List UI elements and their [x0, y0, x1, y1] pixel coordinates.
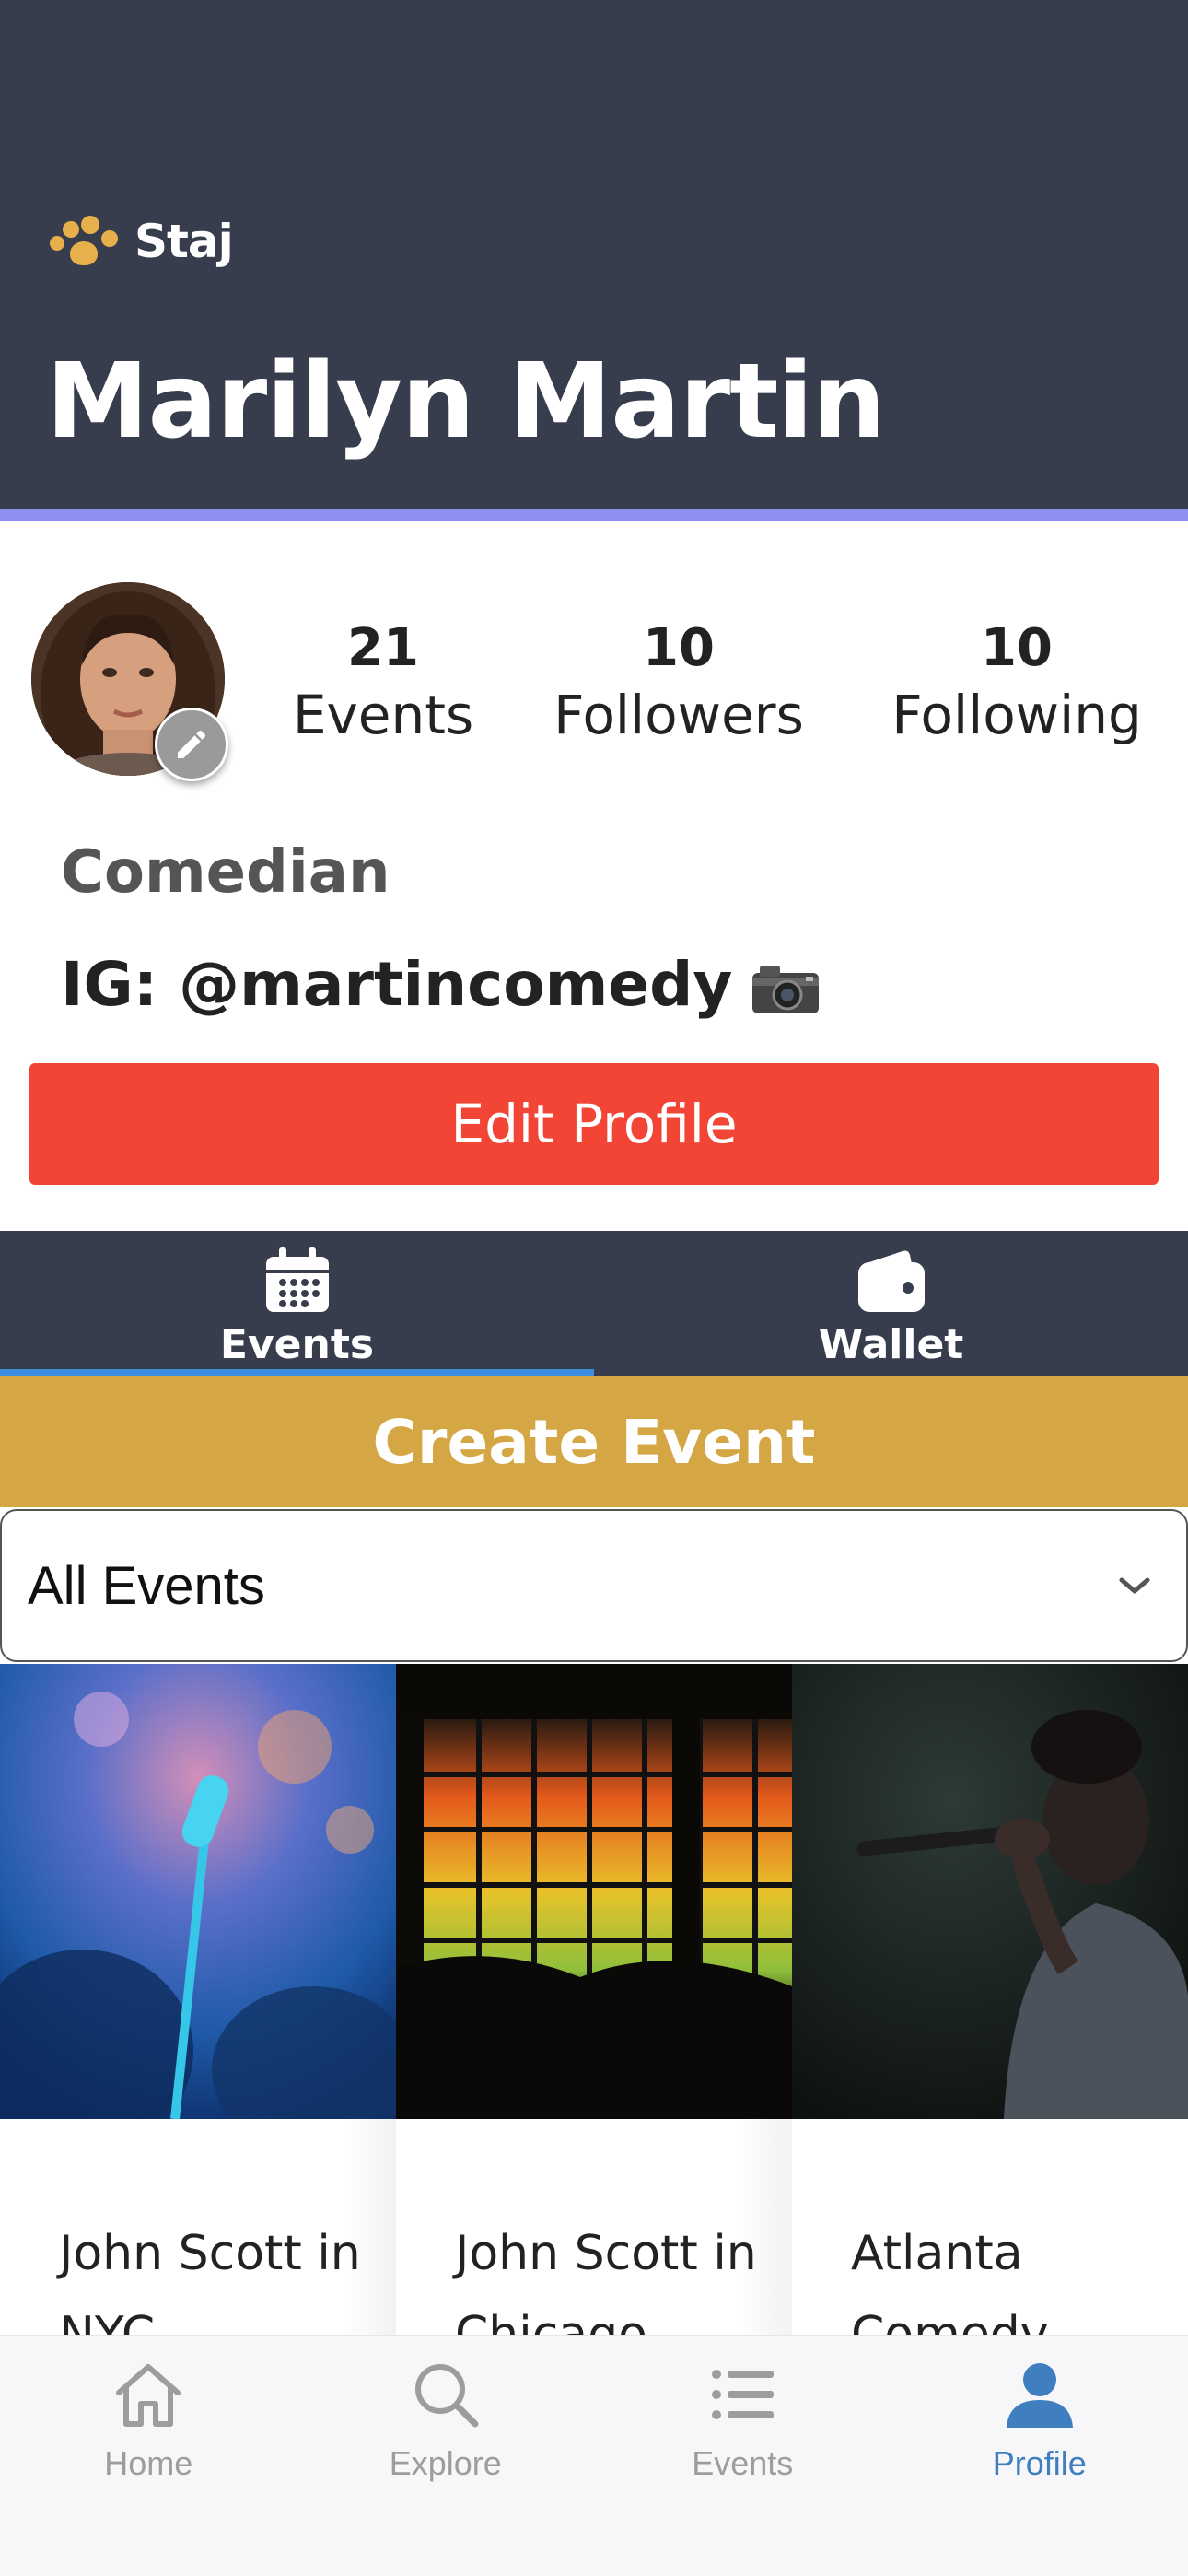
card-shadow [341, 2119, 396, 2338]
nav-explore-label: Explore [389, 2444, 502, 2482]
profile-tabs: Events Wallet [0, 1231, 1188, 1376]
tab-events-label: Events [219, 1321, 375, 1368]
event-filter-value: All Events [28, 1555, 265, 1616]
stat-followers-label: Followers [553, 684, 804, 746]
event-image-venue [396, 1664, 792, 2119]
stat-following[interactable]: 10 Following [873, 615, 1160, 748]
event-filter-select[interactable]: All Events [0, 1509, 1188, 1662]
tab-wallet-label: Wallet [818, 1321, 964, 1368]
event-title: John Scott in Chicago [455, 2226, 757, 2338]
profile-header: Staj Marilyn Martin [0, 0, 1188, 509]
profile-bio-text: IG: @martincomedy [61, 949, 733, 1020]
edit-profile-button[interactable]: Edit Profile [29, 1063, 1159, 1185]
profile-role: Comedian [61, 838, 390, 907]
header-accent-line [0, 509, 1188, 521]
stat-followers[interactable]: 10 Followers [536, 615, 821, 748]
brand-logo: Staj [50, 214, 234, 269]
nav-events-label: Events [692, 2444, 794, 2482]
person-icon [1006, 2363, 1073, 2428]
event-card[interactable]: John Scott in Chicago [396, 1664, 792, 2338]
stat-events[interactable]: 21 Events [282, 615, 484, 748]
card-shadow [737, 2119, 792, 2338]
tab-events[interactable]: Events [0, 1231, 594, 1376]
calendar-icon [265, 1247, 329, 1312]
pencil-icon [178, 730, 206, 758]
home-icon [116, 2364, 181, 2427]
stat-following-value: 10 [981, 618, 1053, 678]
event-grid: John Scott in NYC John Scott in Chicago … [0, 1664, 1188, 2338]
stat-events-label: Events [292, 684, 474, 746]
stat-events-value: 21 [347, 618, 419, 678]
event-title: John Scott in NYC [59, 2226, 361, 2338]
nav-profile-label: Profile [992, 2444, 1087, 2482]
active-tab-indicator [0, 1369, 594, 1376]
create-event-button[interactable]: Create Event [0, 1376, 1188, 1507]
stat-following-label: Following [891, 684, 1142, 746]
page-title: Marilyn Martin [46, 342, 886, 462]
brand-name: Staj [134, 215, 234, 268]
list-icon [712, 2370, 775, 2419]
camera-icon [751, 959, 821, 1013]
wallet-icon [857, 1250, 925, 1312]
event-image-singer [792, 1664, 1188, 2119]
tab-wallet[interactable]: Wallet [594, 1231, 1188, 1376]
nav-home-label: Home [104, 2444, 193, 2482]
nav-events[interactable]: Events [594, 2336, 891, 2576]
nav-profile[interactable]: Profile [891, 2336, 1188, 2576]
event-card[interactable]: John Scott in NYC [0, 1664, 396, 2338]
edit-avatar-button[interactable] [155, 708, 228, 781]
search-icon [414, 2364, 479, 2428]
bottom-nav: Home Explore Events Profile [0, 2335, 1188, 2576]
event-title: Atlanta Comedy [851, 2226, 1049, 2338]
chevron-down-icon [1119, 1577, 1150, 1594]
event-image-microphone [0, 1664, 396, 2119]
staj-logo-icon [50, 214, 123, 269]
event-card[interactable]: Atlanta Comedy [792, 1664, 1188, 2338]
profile-bio: IG: @martincomedy [61, 949, 821, 1020]
stat-followers-value: 10 [643, 618, 715, 678]
nav-home[interactable]: Home [0, 2336, 297, 2576]
nav-explore[interactable]: Explore [297, 2336, 595, 2576]
